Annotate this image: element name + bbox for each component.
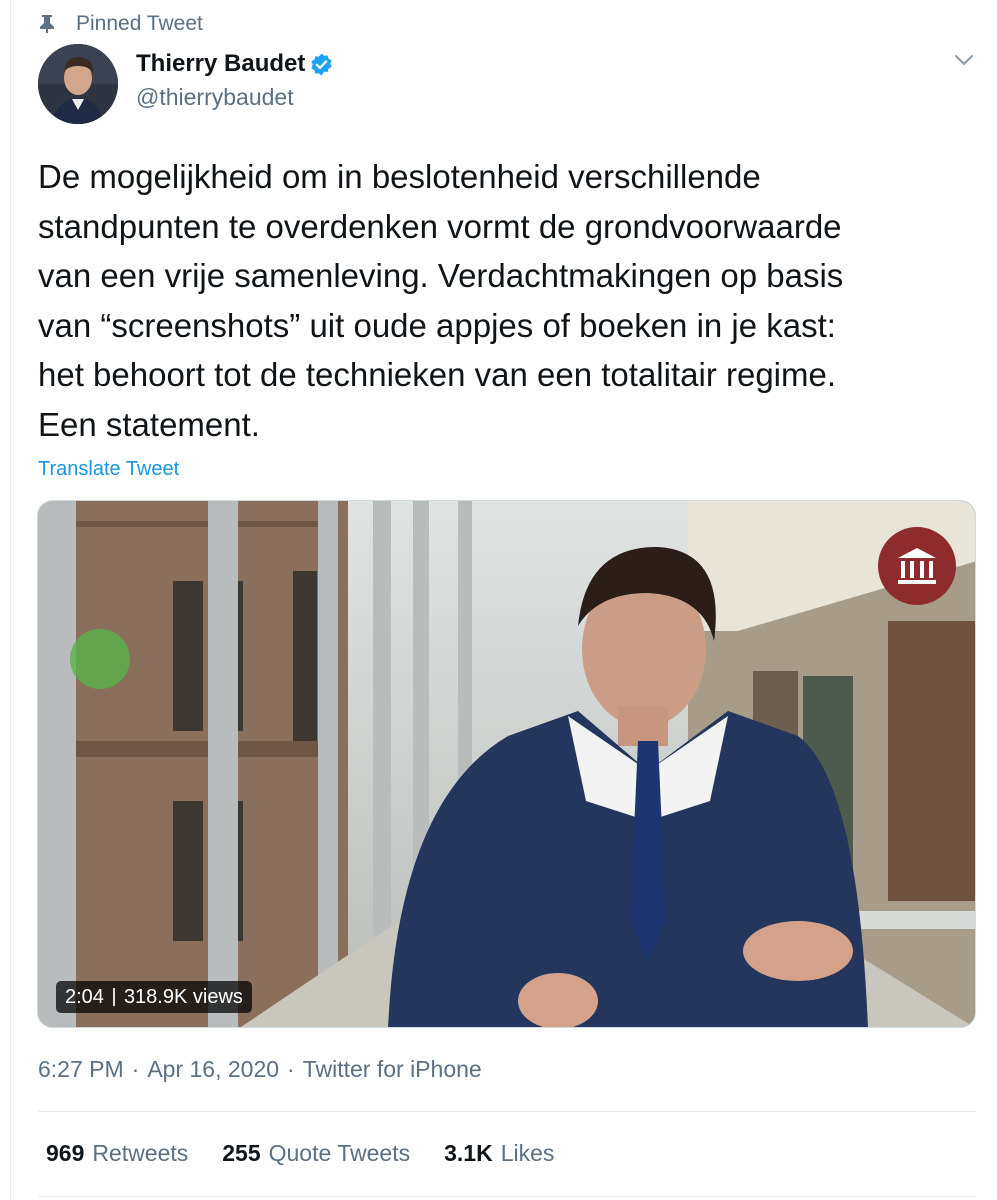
meta-separator: ·: [131, 1056, 140, 1082]
avatar[interactable]: [38, 44, 118, 124]
parliament-logo-badge: [878, 527, 956, 605]
likes-count: 3.1K: [444, 1140, 493, 1166]
pin-icon: [40, 15, 54, 33]
video-duration: 2:04: [65, 985, 104, 1008]
divider: [38, 1111, 976, 1112]
tweet-meta: 6:27 PM · Apr 16, 2020 · Twitter for iPh…: [38, 1056, 482, 1083]
translate-tweet-link[interactable]: Translate Tweet: [38, 458, 179, 481]
tweet-date[interactable]: Apr 16, 2020: [147, 1056, 279, 1083]
video-thumbnail: [38, 501, 975, 1027]
engagement-stats: 969 Retweets 255 Quote Tweets 3.1K Likes: [46, 1140, 588, 1167]
author-handle[interactable]: @thierrybaudet: [136, 84, 294, 111]
quote-tweets-stat[interactable]: 255 Quote Tweets: [222, 1140, 410, 1167]
chevron-down-icon[interactable]: [953, 52, 975, 68]
author-name-row[interactable]: Thierry Baudet: [136, 50, 334, 78]
duration-separator: [112, 988, 115, 1006]
likes-stat[interactable]: 3.1K Likes: [444, 1140, 554, 1167]
retweets-label: Retweets: [92, 1140, 189, 1166]
video-views: 318.9K views: [123, 985, 243, 1008]
quote-tweets-label: Quote Tweets: [268, 1140, 411, 1166]
parliament-building-icon: [898, 548, 936, 584]
timeline-border: [10, 0, 11, 1200]
quote-tweets-count: 255: [222, 1140, 261, 1166]
author-name[interactable]: Thierry Baudet: [136, 50, 305, 78]
retweets-stat[interactable]: 969 Retweets: [46, 1140, 188, 1167]
pinned-label: Pinned Tweet: [76, 12, 203, 35]
meta-separator: ·: [287, 1056, 295, 1082]
divider: [38, 1196, 976, 1197]
retweets-count: 969: [46, 1140, 85, 1166]
tweet-text: De mogelijkheid om in beslotenheid versc…: [38, 158, 844, 443]
likes-label: Likes: [500, 1140, 555, 1166]
tweet-source[interactable]: Twitter for iPhone: [303, 1056, 482, 1083]
pinned-indicator: Pinned Tweet: [38, 10, 203, 38]
verified-badge-icon: [311, 53, 332, 75]
tweet-time[interactable]: 6:27 PM: [38, 1056, 124, 1083]
video-player[interactable]: 2:04 318.9K views: [37, 500, 976, 1028]
video-duration-views: 2:04 318.9K views: [56, 981, 252, 1013]
